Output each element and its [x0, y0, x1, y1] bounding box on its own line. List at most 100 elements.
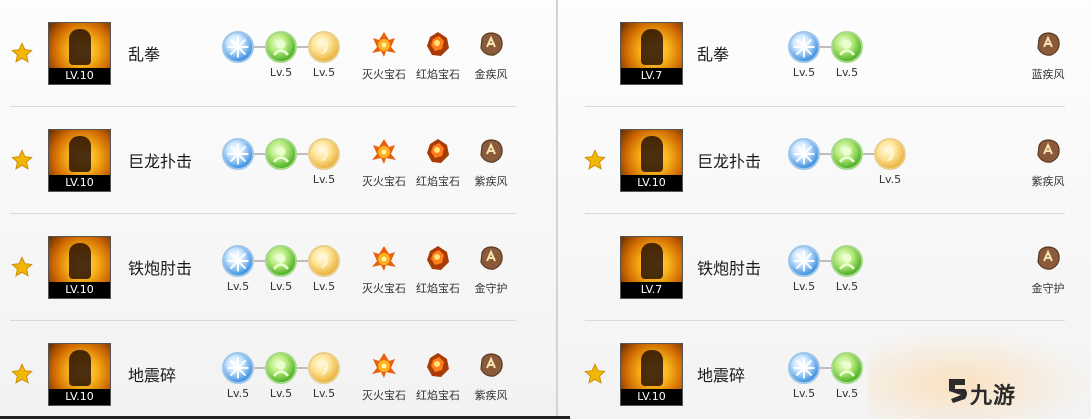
fire-gem-icon[interactable] — [369, 350, 399, 380]
fire-gem-icon[interactable] — [369, 29, 399, 59]
skill-level-badge: LV.10 — [49, 175, 110, 191]
skill-row: LV.10 巨龙扑击 Lv.5 灭火宝石 红焰宝石 紫疾风 — [0, 107, 556, 214]
fire-gem-icon[interactable] — [369, 243, 399, 273]
gem-label: 灭火宝石 — [362, 389, 406, 402]
rune-level-label: Lv.5 — [269, 387, 293, 400]
rune-blue-icon[interactable] — [788, 31, 820, 63]
skill-figure-icon — [641, 243, 663, 279]
skill-level-badge: LV.7 — [621, 68, 682, 84]
rune-blue-icon[interactable] — [788, 245, 820, 277]
gem-label: 金疾风 — [474, 68, 508, 81]
skill-level-badge: LV.10 — [49, 282, 110, 298]
rune-level-label: Lv.5 — [835, 387, 859, 400]
gem-label: 金守护 — [474, 282, 508, 295]
gem-label: 金守护 — [1031, 282, 1065, 295]
lava-gem-icon[interactable] — [423, 136, 453, 166]
skill-name: 乱拳 — [697, 45, 730, 64]
rune-stone-icon[interactable] — [476, 350, 506, 380]
rune-blue-icon[interactable] — [222, 138, 254, 170]
rune-gold-icon[interactable] — [308, 352, 340, 384]
skill-icon[interactable]: LV.10 — [620, 129, 683, 192]
skill-figure-icon — [641, 136, 663, 172]
skill-figure-icon — [641, 29, 663, 65]
gem-label: 蓝疾风 — [1031, 68, 1065, 81]
favorite-star-icon[interactable] — [11, 256, 33, 278]
rune-connector — [820, 367, 831, 369]
rune-stone-icon[interactable] — [476, 136, 506, 166]
favorite-star-icon[interactable] — [11, 363, 33, 385]
rune-green-icon[interactable] — [265, 245, 297, 277]
skill-name: 巨龙扑击 — [697, 152, 762, 171]
skill-name: 乱拳 — [128, 45, 161, 64]
skill-row: LV.10 铁炮肘击 Lv.5 Lv.5 Lv.5 灭火宝石 红焰宝石 金守护 — [0, 214, 556, 321]
rune-gold-icon[interactable] — [308, 245, 340, 277]
rune-connector — [863, 153, 874, 155]
rune-blue-icon[interactable] — [222, 352, 254, 384]
skill-icon[interactable]: LV.10 — [48, 22, 111, 85]
skill-level-badge: LV.10 — [49, 68, 110, 84]
skill-figure-icon — [69, 350, 91, 386]
skill-level-badge: LV.10 — [49, 389, 110, 405]
skill-icon[interactable]: LV.10 — [48, 236, 111, 299]
rune-gold-icon[interactable] — [308, 138, 340, 170]
rune-connector — [297, 46, 308, 48]
rune-connector — [297, 260, 308, 262]
rune-green-icon[interactable] — [831, 138, 863, 170]
rune-blue-icon[interactable] — [222, 31, 254, 63]
skill-level-badge: LV.10 — [621, 175, 682, 191]
gem-label: 灭火宝石 — [362, 175, 406, 188]
rune-blue-icon[interactable] — [788, 138, 820, 170]
rune-stone-icon[interactable] — [476, 243, 506, 273]
skill-icon[interactable]: LV.7 — [620, 22, 683, 85]
rune-level-label: Lv.5 — [792, 66, 816, 79]
favorite-star-icon[interactable] — [11, 149, 33, 171]
rune-stone-icon[interactable] — [1033, 243, 1063, 273]
rune-green-icon[interactable] — [831, 352, 863, 384]
skill-figure-icon — [69, 136, 91, 172]
rune-gold-icon[interactable] — [308, 31, 340, 63]
rune-green-icon[interactable] — [831, 245, 863, 277]
skill-row: LV.7 乱拳 Lv.5 Lv.5 蓝疾风 — [558, 0, 1091, 107]
skill-row: LV.7 铁炮肘击 Lv.5 Lv.5 金守护 — [558, 214, 1091, 321]
rune-level-label: Lv.5 — [792, 387, 816, 400]
skill-name: 巨龙扑击 — [128, 152, 193, 171]
fire-gem-icon[interactable] — [369, 136, 399, 166]
rune-stone-icon[interactable] — [1033, 136, 1063, 166]
skill-level-badge: LV.7 — [621, 282, 682, 298]
skill-row: LV.10 地震碎 Lv.5 Lv.5 Lv.5 灭火宝石 红焰宝石 紫疾风 — [0, 321, 556, 419]
nine-game-logo-icon — [945, 375, 971, 405]
rune-level-label: Lv.5 — [269, 280, 293, 293]
lava-gem-icon[interactable] — [423, 350, 453, 380]
skill-name: 铁炮肘击 — [128, 259, 193, 278]
rune-green-icon[interactable] — [265, 138, 297, 170]
rune-level-label: Lv.5 — [312, 280, 336, 293]
gem-label: 紫疾风 — [474, 389, 508, 402]
skill-icon[interactable]: LV.10 — [48, 343, 111, 406]
rune-blue-icon[interactable] — [788, 352, 820, 384]
rune-level-label: Lv.5 — [226, 280, 250, 293]
lava-gem-icon[interactable] — [423, 29, 453, 59]
rune-level-label: Lv.5 — [269, 66, 293, 79]
panel-divider — [556, 0, 557, 419]
skill-icon[interactable]: LV.10 — [48, 129, 111, 192]
rune-connector — [254, 260, 265, 262]
lava-gem-icon[interactable] — [423, 243, 453, 273]
rune-level-label: Lv.5 — [835, 66, 859, 79]
rune-level-label: Lv.5 — [312, 66, 336, 79]
skill-icon[interactable]: LV.10 — [620, 343, 683, 406]
rune-green-icon[interactable] — [265, 31, 297, 63]
rune-stone-icon[interactable] — [1033, 29, 1063, 59]
left-panel: LV.10 乱拳 Lv.5 Lv.5 灭火宝石 红焰宝石 金疾风 LV.10 巨龙扑击 Lv.5 灭… — [0, 0, 556, 419]
rune-gold-icon[interactable] — [874, 138, 906, 170]
rune-stone-icon[interactable] — [476, 29, 506, 59]
skill-figure-icon — [69, 243, 91, 279]
rune-green-icon[interactable] — [831, 31, 863, 63]
favorite-star-icon[interactable] — [584, 363, 606, 385]
rune-green-icon[interactable] — [265, 352, 297, 384]
skill-icon[interactable]: LV.7 — [620, 236, 683, 299]
rune-blue-icon[interactable] — [222, 245, 254, 277]
gem-label: 紫疾风 — [1031, 175, 1065, 188]
favorite-star-icon[interactable] — [584, 149, 606, 171]
favorite-star-icon[interactable] — [11, 42, 33, 64]
gem-label: 灭火宝石 — [362, 68, 406, 81]
